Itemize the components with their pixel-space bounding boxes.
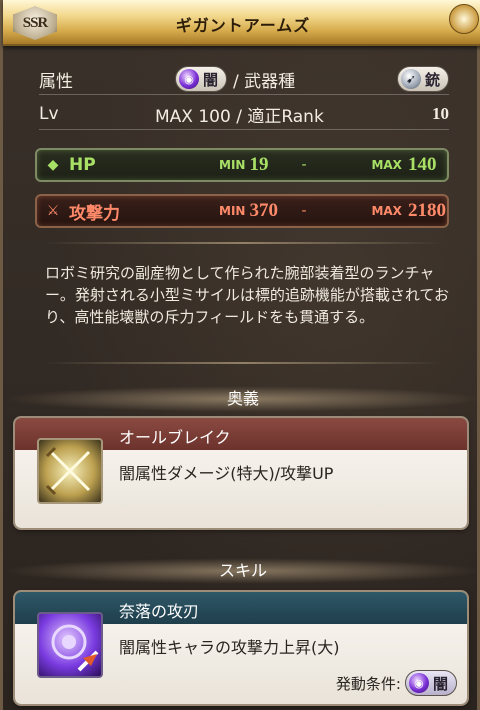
dark-attack-skill-icon <box>37 612 103 678</box>
attack-min-label: MIN <box>219 204 246 218</box>
weapon-type-pill: ➹ 銃 <box>396 66 449 92</box>
element-pill: ◉ 闇 <box>175 66 228 92</box>
weapon-type-value: 銃 <box>424 70 440 89</box>
dark-element-icon: ◉ <box>408 673 429 693</box>
hp-min-label: MIN <box>219 158 246 172</box>
ougi-name: オールブレイク <box>119 428 231 447</box>
hp-range-dash: - <box>301 157 307 173</box>
weapon-detail-panel: SSR ギガントアームズ 属性 ◉ 闇 / 武器種 ➹ 銃 Lv MAX 100… <box>0 0 480 710</box>
weapon-name: ギガントアームズ <box>175 16 311 35</box>
level-label: Lv <box>39 104 59 124</box>
skill-section-heading: スキル <box>3 558 480 584</box>
ougi-card[interactable]: オールブレイク 闇属性ダメージ(特大)/攻撃UP <box>15 418 467 528</box>
condition-value: 闇 <box>432 674 448 693</box>
hp-max-label: MAX <box>371 158 402 172</box>
attack-min-value: 370 <box>249 200 278 221</box>
ougi-effect: 闇属性ダメージ(特大)/攻撃UP <box>119 464 334 483</box>
hp-diamond-icon: ◆ <box>47 157 59 173</box>
hp-label: HP <box>69 155 96 175</box>
dark-element-icon: ◉ <box>179 69 199 89</box>
rank-value: 10 <box>432 104 449 123</box>
attack-stat-bar: ⚔ 攻撃力 MIN 370 - MAX 2180 <box>35 194 449 228</box>
divider-bottom <box>43 362 443 364</box>
hp-max-value: 140 <box>407 154 437 175</box>
element-row: 属性 ◉ 闇 / 武器種 ➹ 銃 <box>39 64 449 95</box>
divider-top <box>43 242 443 244</box>
level-row: Lv MAX 100 / 適正Rank 10 <box>39 99 449 130</box>
ougi-section-heading: 奥義 <box>3 386 480 412</box>
hp-min-value: 19 <box>249 154 269 175</box>
level-value: MAX 100 / 適正Rank <box>155 106 324 127</box>
condition-label: 発動条件: <box>335 674 401 693</box>
element-value: 闇 <box>203 70 219 89</box>
skill-name: 奈落の攻刃 <box>119 602 200 621</box>
attack-range-dash: - <box>301 203 307 219</box>
skill-effect: 闇属性キャラの攻撃力上昇(大) <box>119 638 340 657</box>
sword-icon: ⚔ <box>46 203 60 219</box>
skill-card[interactable]: 奈落の攻刃 闇属性キャラの攻撃力上昇(大) 発動条件: ◉ 闇 <box>15 592 467 704</box>
condition-pill: ◉ 闇 <box>404 670 457 696</box>
attack-max-label: MAX <box>371 204 402 218</box>
weapon-description: ロボミ研究の副産物として作られた腕部装着型のランチャー。発射される小型ミサイルは… <box>45 264 449 326</box>
crossed-swords-icon <box>37 438 103 504</box>
element-label: 属性 <box>39 71 73 92</box>
attack-label: 攻撃力 <box>69 203 120 224</box>
activation-condition: 発動条件: ◉ 闇 <box>336 670 457 696</box>
attack-max-value: 2180 <box>407 200 446 221</box>
header-bar: SSR ギガントアームズ <box>3 0 480 46</box>
hp-stat-bar: ◆ HP MIN 19 - MAX 140 <box>35 148 449 182</box>
weapon-type-label: / 武器種 <box>233 71 296 92</box>
gun-icon: ➹ <box>400 69 421 89</box>
